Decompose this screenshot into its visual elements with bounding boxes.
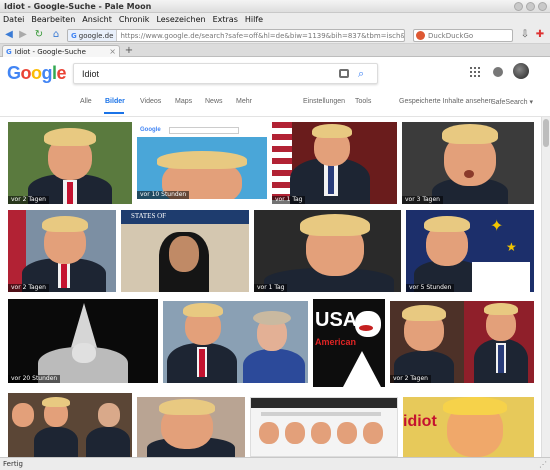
- new-tab-icon[interactable]: +: [124, 46, 134, 56]
- close-tab-icon[interactable]: ×: [109, 47, 116, 56]
- tab-strip: G Idiot - Google-Suche × +: [0, 44, 550, 57]
- tab-title: Idiot - Google-Suche: [14, 47, 86, 56]
- saved-content-link[interactable]: Gespeicherte Inhalte ansehen: [399, 98, 492, 105]
- duckduckgo-icon: [416, 31, 425, 40]
- reload-icon[interactable]: ↻: [33, 29, 45, 41]
- menu-tools[interactable]: Extras: [213, 15, 238, 24]
- search-query[interactable]: Idiot: [82, 69, 99, 79]
- image-result[interactable]: USA American: [313, 299, 385, 387]
- image-result[interactable]: [137, 397, 245, 457]
- google-favicon-icon: G: [6, 47, 12, 56]
- window-title: Idiot - Google-Suche - Pale Moon: [4, 2, 152, 11]
- camera-icon[interactable]: [339, 69, 349, 78]
- maximize-button[interactable]: [526, 2, 535, 11]
- image-caption: vor 1 Tag: [254, 284, 288, 292]
- window-controls: [514, 2, 547, 11]
- image-result[interactable]: vor 1 Tag: [272, 122, 397, 204]
- tab-videos[interactable]: Videos: [140, 98, 161, 105]
- menu-history[interactable]: Chronik: [119, 15, 150, 24]
- google-search-box[interactable]: Idiot ⌕: [73, 63, 378, 84]
- tab-more[interactable]: Mehr: [236, 98, 252, 105]
- close-window-button[interactable]: [538, 2, 547, 11]
- image-caption: vor 2 Tagen: [8, 284, 49, 292]
- safesearch-toggle[interactable]: SafeSearch ▾: [491, 98, 533, 106]
- menu-bar: Datei Bearbeiten Ansicht Chronik Lesezei…: [0, 13, 550, 26]
- download-icon[interactable]: ⇩: [519, 29, 531, 41]
- back-arrow-icon[interactable]: ◀: [3, 29, 15, 41]
- forward-arrow-icon[interactable]: ▶: [17, 29, 29, 41]
- window-titlebar: Idiot - Google-Suche - Pale Moon: [0, 0, 550, 13]
- image-result[interactable]: Google vor 10 Stunden: [137, 125, 267, 199]
- page-scrollbar[interactable]: [541, 117, 550, 457]
- image-result[interactable]: [250, 397, 398, 457]
- notifications-icon[interactable]: [493, 67, 503, 77]
- image-caption: vor 10 Stunden: [137, 191, 190, 199]
- search-engine-box[interactable]: DuckDuckGo: [413, 29, 513, 42]
- image-result[interactable]: vor 2 Tagen: [390, 301, 534, 383]
- image-result[interactable]: vor 3 Tagen: [402, 122, 534, 204]
- image-result[interactable]: STATES OF: [121, 210, 249, 292]
- menu-view[interactable]: Ansicht: [82, 15, 112, 24]
- scrollbar-thumb[interactable]: [543, 119, 549, 147]
- image-caption: vor 20 Stunden: [8, 375, 61, 383]
- google-logo[interactable]: Google: [7, 63, 67, 84]
- image-result[interactable]: idiot: [403, 397, 534, 457]
- site-label: google.de: [78, 31, 114, 40]
- status-bar: Fertig ⋰: [0, 457, 550, 470]
- settings-link[interactable]: Einstellungen: [303, 98, 345, 105]
- status-text: Fertig: [3, 460, 23, 468]
- avatar[interactable]: [513, 63, 529, 79]
- search-icon[interactable]: ⌕: [358, 67, 364, 81]
- tab-images[interactable]: Bilder: [105, 98, 125, 105]
- menu-file[interactable]: Datei: [3, 15, 24, 24]
- image-caption: vor 1 Tag: [272, 196, 306, 204]
- image-caption: vor 2 Tagen: [8, 196, 49, 204]
- resize-grip-icon[interactable]: ⋰: [539, 460, 547, 469]
- image-text-idiot: idiot: [403, 413, 437, 430]
- browser-tab[interactable]: G Idiot - Google-Suche ×: [2, 45, 120, 57]
- image-result[interactable]: vor 2 Tagen: [8, 210, 116, 292]
- image-result[interactable]: vor 1 Tag: [254, 210, 401, 292]
- active-tab-indicator: [104, 112, 124, 114]
- image-result[interactable]: vor 2 Tagen: [8, 122, 132, 204]
- image-caption: vor 5 Stunden: [406, 284, 455, 292]
- home-icon[interactable]: ⌂: [50, 29, 62, 41]
- menu-help[interactable]: Hilfe: [245, 15, 263, 24]
- image-results: vor 2 Tagen Google vor 10 Stunden vor 1 …: [0, 117, 550, 457]
- image-text-usa: USA: [315, 309, 358, 331]
- image-result[interactable]: [163, 301, 308, 383]
- tab-news[interactable]: News: [205, 98, 223, 105]
- image-result[interactable]: vor 20 Stunden: [8, 299, 158, 383]
- addon-icon[interactable]: ✚: [534, 29, 546, 41]
- address-bar[interactable]: G google.de https://www.google.de/search…: [67, 29, 405, 42]
- google-header: Google Idiot ⌕ Alle Bilder Videos Maps N…: [0, 57, 550, 117]
- tab-all[interactable]: Alle: [80, 98, 92, 105]
- image-result[interactable]: ✦ ★ vor 5 Stunden: [406, 210, 534, 292]
- site-identity[interactable]: G google.de: [68, 30, 118, 41]
- minimize-button[interactable]: [514, 2, 523, 11]
- google-favicon-icon: G: [71, 31, 77, 40]
- search-engine-label: DuckDuckGo: [428, 31, 474, 40]
- url-text: https://www.google.de/search?safe=off&hl…: [120, 31, 405, 40]
- menu-edit[interactable]: Bearbeiten: [31, 15, 75, 24]
- image-caption: vor 2 Tagen: [390, 375, 431, 383]
- navigation-toolbar: ◀ ▶ ↻ ⌂ G google.de https://www.google.d…: [0, 26, 550, 44]
- tools-link[interactable]: Tools: [355, 98, 371, 105]
- tab-maps[interactable]: Maps: [175, 98, 192, 105]
- google-nav-tabs: Alle Bilder Videos Maps News Mehr Einste…: [0, 94, 550, 114]
- menu-bookmarks[interactable]: Lesezeichen: [156, 15, 205, 24]
- image-caption: vor 3 Tagen: [402, 196, 443, 204]
- image-result[interactable]: [8, 393, 132, 457]
- apps-grid-icon[interactable]: [470, 67, 480, 77]
- image-text-american: American: [315, 337, 357, 347]
